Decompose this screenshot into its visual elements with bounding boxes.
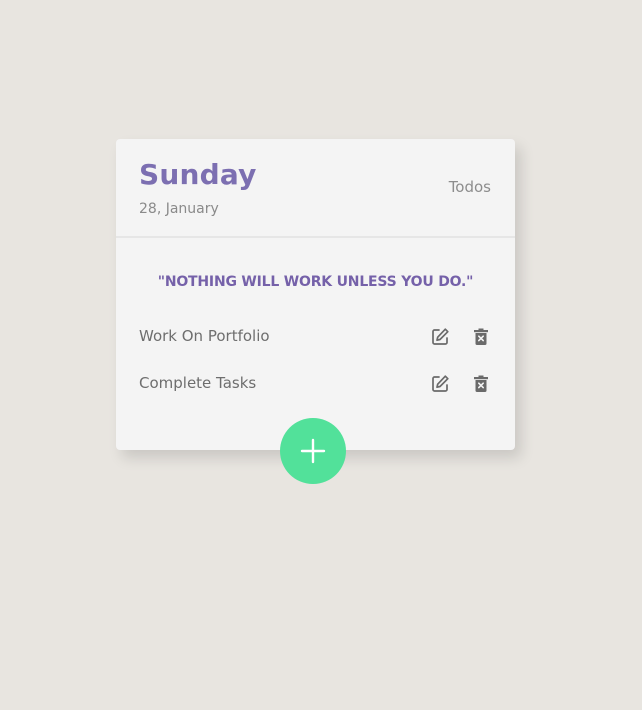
add-task-button[interactable]: [280, 418, 346, 484]
task-label: Work On Portfolio: [139, 327, 270, 345]
edit-icon[interactable]: [429, 326, 451, 348]
task-label: Complete Tasks: [139, 374, 257, 392]
todo-card: Sunday 28, January Todos "NOTHING WILL W…: [116, 139, 515, 450]
task-item: Work On Portfolio: [139, 322, 491, 350]
card-header: Sunday 28, January Todos: [116, 139, 515, 238]
trash-icon[interactable]: [470, 373, 492, 395]
day-title: Sunday: [139, 158, 257, 191]
date-subtitle: 28, January: [139, 201, 219, 217]
motivational-quote: "NOTHING WILL WORK UNLESS YOU DO.": [157, 274, 474, 290]
trash-icon[interactable]: [470, 326, 492, 348]
task-item: Complete Tasks: [139, 369, 491, 397]
todos-label: Todos: [448, 178, 491, 196]
edit-icon[interactable]: [429, 373, 451, 395]
plus-icon: [300, 438, 326, 464]
